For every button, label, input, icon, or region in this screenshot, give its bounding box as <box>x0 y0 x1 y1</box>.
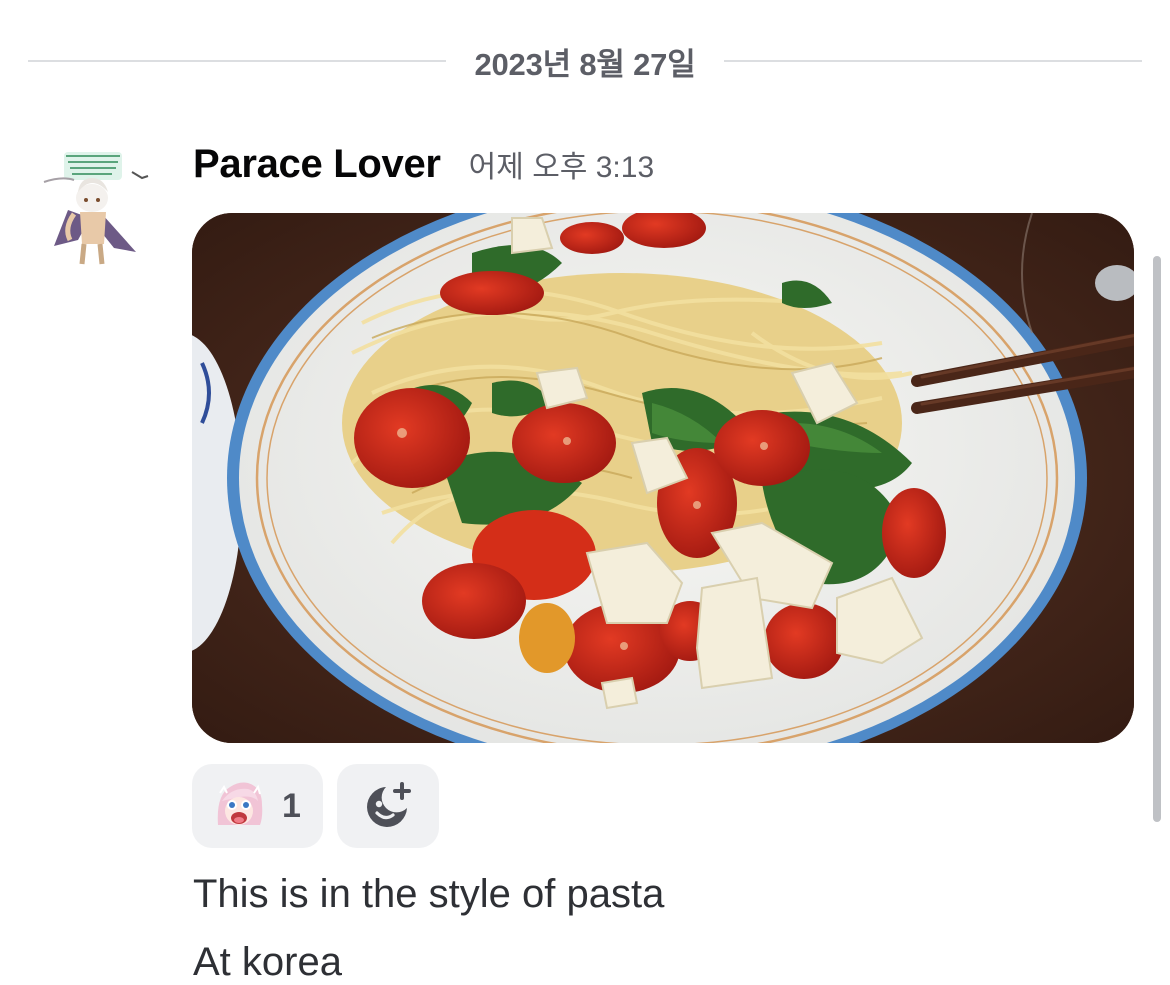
reactions-bar: 1 <box>192 764 439 848</box>
divider-line-right <box>723 60 1143 62</box>
message-text-line: At korea <box>193 940 342 984</box>
message-header: Parace Lover 어제 오후 3:13 <box>193 142 654 198</box>
reaction-count: 1 <box>282 786 301 825</box>
avatar[interactable] <box>40 148 152 270</box>
add-reaction-button[interactable] <box>337 764 439 848</box>
pasta-photo-icon <box>192 213 1134 743</box>
scrollbar-thumb[interactable] <box>1153 256 1161 822</box>
anime-girl-shocked-emoji-icon <box>217 782 263 825</box>
message-timestamp: 어제 오후 3:13 <box>468 151 655 184</box>
author-name[interactable]: Parace Lover <box>193 142 441 187</box>
divider-line-left <box>28 60 447 62</box>
anime-character-avatar-icon <box>43 152 149 265</box>
add-reaction-icon <box>367 782 411 827</box>
message-text-line: This is in the style of pasta <box>193 872 665 916</box>
date-divider-label: 2023년 8월 27일 <box>474 46 696 82</box>
image-attachment[interactable] <box>192 213 1134 743</box>
reaction-anime-girl-emoji[interactable]: 1 <box>192 764 323 848</box>
date-divider: 2023년 8월 27일 <box>28 38 1143 84</box>
